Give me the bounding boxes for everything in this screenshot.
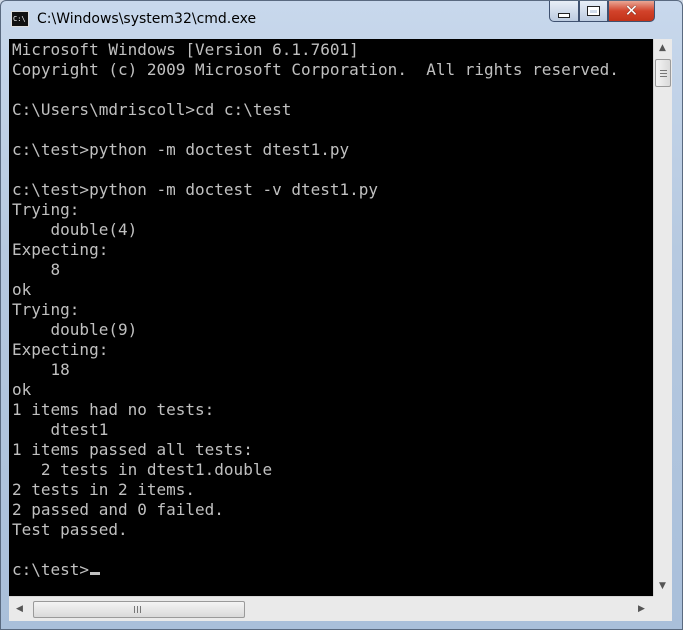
horizontal-scrollbar[interactable]: ◀ ▶ xyxy=(9,596,653,621)
console-line: ok xyxy=(12,380,32,399)
minimize-button[interactable] xyxy=(549,1,579,22)
console-line: 1 items had no tests: xyxy=(12,400,215,419)
thumb-grip xyxy=(660,70,667,71)
horizontal-scroll-thumb[interactable] xyxy=(33,601,245,618)
console-line: 2 tests in dtest1.double xyxy=(12,460,273,479)
cmd-icon[interactable]: C:\ xyxy=(11,11,29,27)
window-title: C:\Windows\system32\cmd.exe xyxy=(37,11,257,27)
prompt-line: c:\test> xyxy=(12,560,101,580)
console-line: 2 tests in 2 items. xyxy=(12,480,196,499)
maximize-icon xyxy=(587,6,600,16)
scroll-right-icon[interactable]: ▶ xyxy=(633,601,650,618)
console-line: double(9) xyxy=(12,320,138,339)
console-line: dtest1 xyxy=(12,420,109,439)
console-line: Expecting: xyxy=(12,240,109,259)
scroll-up-icon[interactable]: ▲ xyxy=(654,40,671,57)
console-line: Microsoft Windows [Version 6.1.7601] xyxy=(12,40,359,59)
console-line: ok xyxy=(12,280,32,299)
console-line: 1 items passed all tests: xyxy=(12,440,253,459)
console-line: 8 xyxy=(12,260,61,279)
console-line: c:\test>python -m doctest dtest1.py xyxy=(12,140,350,159)
minimize-icon xyxy=(558,12,570,18)
thumb-grip xyxy=(140,606,141,613)
console-line: Test passed. xyxy=(12,520,128,539)
title-bar[interactable]: C:\ C:\Windows\system32\cmd.exe ✕ xyxy=(1,1,682,39)
vertical-scrollbar[interactable]: ▲ ▼ xyxy=(653,39,672,596)
console-line: 2 passed and 0 failed. xyxy=(12,500,224,519)
console-line: C:\Users\mdriscoll>cd c:\test xyxy=(12,100,292,119)
thumb-grip xyxy=(137,606,138,613)
prompt-text: c:\test> xyxy=(12,560,90,579)
close-button[interactable]: ✕ xyxy=(608,1,655,22)
cmd-window: C:\ C:\Windows\system32\cmd.exe ✕ Micros… xyxy=(0,0,683,630)
thumb-grip xyxy=(134,606,135,613)
maximize-button[interactable] xyxy=(579,1,608,22)
thumb-grip xyxy=(660,76,667,77)
console-line: double(4) xyxy=(12,220,138,239)
console-line: 18 xyxy=(12,360,70,379)
close-icon: ✕ xyxy=(624,1,639,20)
console-line: c:\test>python -m doctest -v dtest1.py xyxy=(12,180,379,199)
thumb-grip xyxy=(660,73,667,74)
console-line: Trying: xyxy=(12,300,80,319)
scroll-left-icon[interactable]: ◀ xyxy=(11,601,28,618)
scroll-down-icon[interactable]: ▼ xyxy=(654,578,671,595)
scrollbar-corner xyxy=(653,596,672,621)
console-line: Copyright (c) 2009 Microsoft Corporation… xyxy=(12,60,619,79)
console-line: Trying: xyxy=(12,200,80,219)
console-output[interactable]: Microsoft Windows [Version 6.1.7601] Copy… xyxy=(9,39,653,596)
console-line: Expecting: xyxy=(12,340,109,359)
text-cursor xyxy=(90,572,101,575)
vertical-scroll-thumb[interactable] xyxy=(655,59,671,87)
